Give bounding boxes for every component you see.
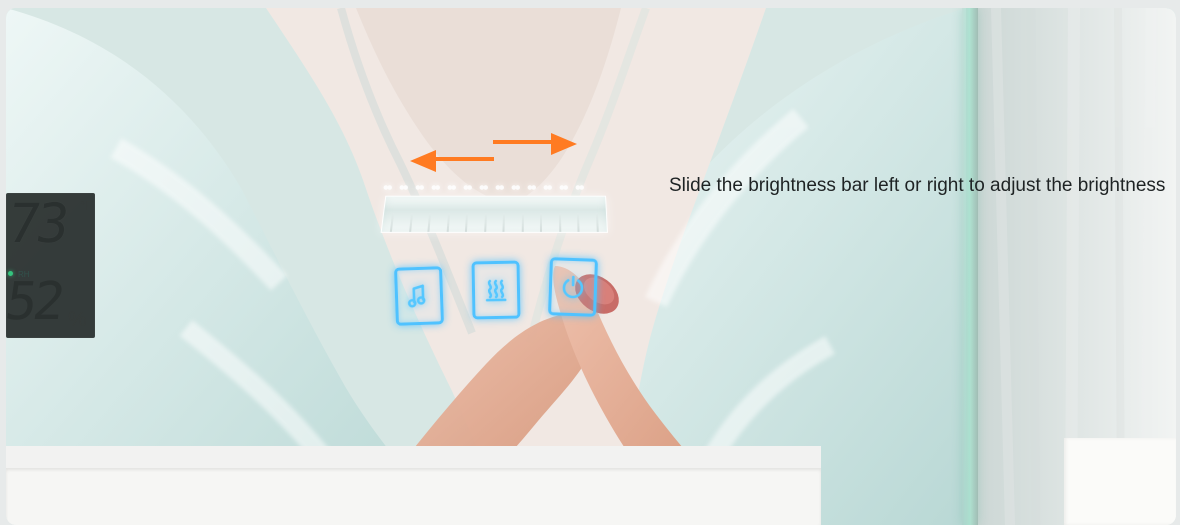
humidity-unit: %	[68, 308, 87, 331]
brightness-indicator-dot	[382, 182, 393, 192]
brightness-indicator-dot	[526, 182, 537, 192]
brightness-indicator-dot	[430, 182, 441, 192]
counter-right	[1064, 438, 1176, 525]
bathroom-mirror-photo: 73 °F RH 52 %	[6, 8, 1176, 525]
brightness-indicator-dot	[510, 182, 521, 192]
light-button[interactable]	[548, 257, 598, 317]
heat-waves-icon	[485, 279, 507, 302]
brightness-indicator-dot	[478, 182, 489, 192]
brightness-indicator-dot	[414, 182, 425, 192]
mirror-edge	[962, 8, 978, 525]
right-arrow	[493, 133, 577, 155]
temperature-value: 73	[6, 192, 70, 255]
brightness-indicator-dot	[558, 182, 569, 192]
music-note-icon	[407, 284, 426, 308]
brightness-indicator-dot	[574, 182, 585, 192]
instruction-text: Slide the brightness bar left or right t…	[669, 175, 1166, 196]
brightness-indicator-dot	[494, 182, 505, 192]
brightness-slider[interactable]	[380, 195, 608, 233]
power-icon	[562, 275, 584, 299]
defog-button[interactable]	[471, 260, 521, 320]
counter-left	[6, 468, 821, 525]
temperature-unit: °F	[80, 198, 94, 213]
brightness-tick-marks	[389, 213, 599, 232]
brightness-indicator-dot	[542, 182, 553, 192]
temperature-humidity-display: 73 °F RH 52 %	[6, 192, 95, 338]
left-arrow	[410, 150, 494, 172]
brightness-indicator-dot	[462, 182, 473, 192]
music-button[interactable]	[394, 266, 444, 326]
brightness-indicator-dot	[398, 182, 409, 192]
humidity-value: 52	[6, 272, 65, 332]
brightness-indicator-dot	[446, 182, 457, 192]
brightness-indicator-row	[382, 178, 602, 196]
